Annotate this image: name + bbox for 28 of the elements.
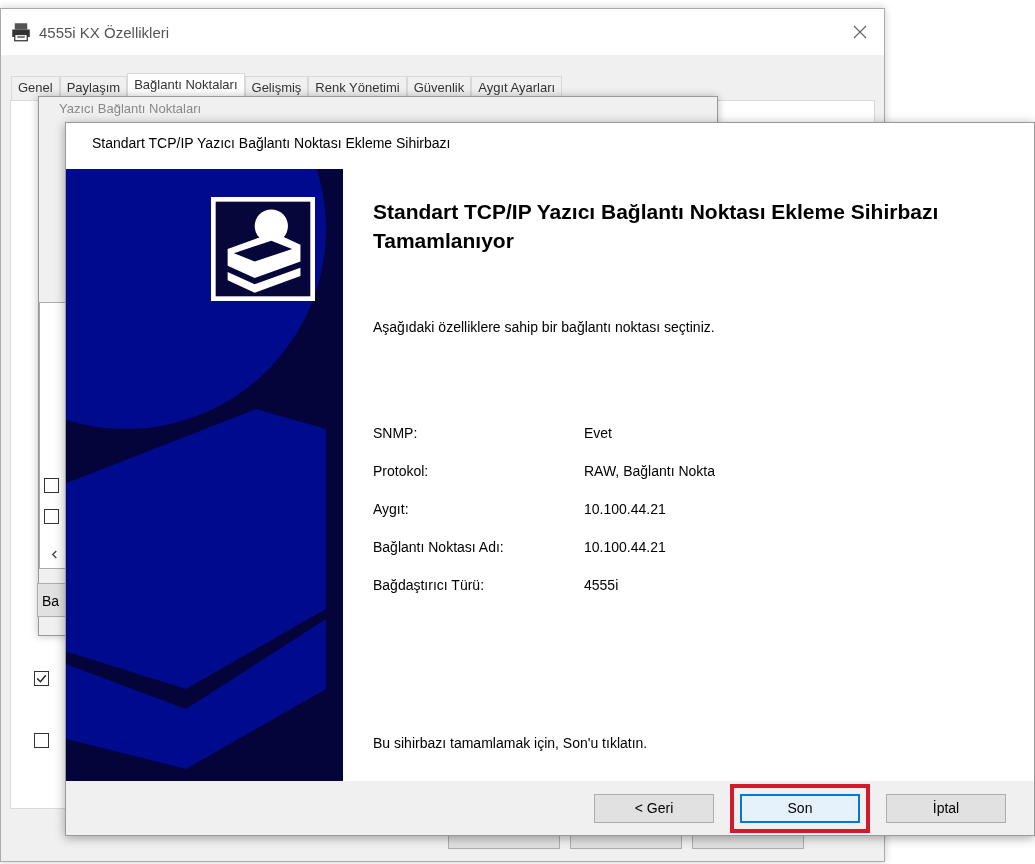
- checkbox[interactable]: [34, 733, 49, 748]
- window-title: 4555i KX Özellikleri: [39, 23, 170, 41]
- window-title: Standart TCP/IP Yazıcı Bağlantı Noktası Ekleme Sihirbazı: [66, 123, 1034, 169]
- tab[interactable]: Genel: [11, 76, 60, 100]
- button[interactable]: Son: [740, 793, 860, 823]
- button[interactable]: İptal: [886, 793, 1006, 823]
- property-value: 10.100.44.21: [584, 500, 667, 519]
- property-value: 10.100.44.21: [584, 538, 667, 557]
- window-title: Yazıcı Bağlantı Noktaları: [58, 100, 203, 118]
- property-value: Evet: [584, 424, 613, 443]
- printer-icon: [211, 197, 315, 301]
- property-label: Bağlantı Noktası Adı:: [373, 538, 505, 557]
- instruction-text: Bu sihirbazı tamamlamak için, Son'u tıklatın.: [373, 735, 649, 751]
- property-label: SNMP:: [373, 424, 419, 443]
- property-label: Bağdaştırıcı Türü:: [373, 576, 485, 595]
- checkbox[interactable]: [44, 478, 59, 493]
- printer-icon: [11, 22, 31, 42]
- property-value: RAW, Bağlantı Nokta: [584, 462, 716, 481]
- description-text: Aşağıdaki özelliklere sahip bir bağlantı noktası seçtiniz.: [373, 319, 716, 335]
- scroll-left-icon: [50, 549, 59, 560]
- close-icon: [852, 24, 868, 40]
- property-label: Aygıt:: [373, 500, 410, 519]
- checkbox[interactable]: [34, 671, 49, 686]
- property-label: Protokol:: [373, 462, 430, 481]
- heading: Standart TCP/IP Yazıcı Bağlantı Noktası Ekleme Sihirbazı Tamamlanıyor: [373, 199, 940, 254]
- button[interactable]: < Geri: [594, 793, 714, 823]
- property-value: 4555i: [584, 576, 620, 595]
- checkbox[interactable]: [44, 509, 59, 524]
